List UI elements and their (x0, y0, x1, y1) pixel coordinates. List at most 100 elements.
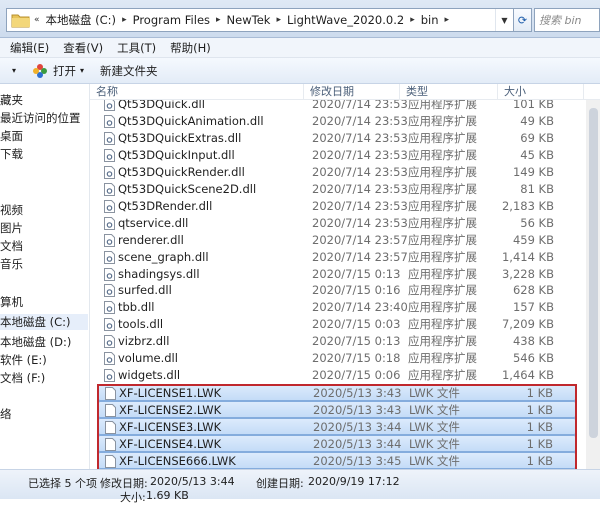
file-row[interactable]: widgets.dll 2020/7/15 0:06 应用程序扩展 1,464 KB (98, 367, 576, 384)
nav-item-network[interactable]: 络 (0, 406, 12, 422)
nav-item-drive-f[interactable]: 文档 (F:) (0, 370, 45, 386)
scrollbar-thumb[interactable] (589, 108, 598, 438)
file-row[interactable]: renderer.dll 2020/7/14 23:57 应用程序扩展 459 KB (98, 232, 576, 249)
file-row[interactable]: Qt53DQuickScene2D.dll 2020/7/14 23:53 应用程序… (98, 181, 576, 198)
column-size[interactable]: 大小 (498, 84, 584, 100)
chevron-double-left-icon[interactable]: « (31, 15, 43, 25)
nav-item-documents[interactable]: 文档 (0, 238, 23, 254)
file-row[interactable]: Qt53DQuick.dll 2020/7/14 23:53 应用程序扩展 101 K… (98, 100, 576, 113)
chevron-right-icon[interactable]: ▸ (213, 15, 224, 25)
menu-edit[interactable]: 编辑(E) (0, 40, 56, 56)
column-date[interactable]: 修改日期 (304, 84, 400, 100)
nav-item-downloads[interactable]: 下载 (0, 146, 23, 162)
file-row[interactable]: shadingsys.dll 2020/7/15 0:13 应用程序扩展 3,228 … (98, 266, 576, 283)
nav-item-recent[interactable]: 最近访问的位置 (0, 110, 81, 126)
nav-item-drive-e[interactable]: 软件 (E:) (0, 352, 47, 368)
file-row[interactable]: tbb.dll 2020/7/14 23:40 应用程序扩展 157 KB (98, 299, 576, 316)
file-date: 2020/7/14 23:53 (312, 164, 408, 179)
chevron-right-icon[interactable]: ▸ (119, 15, 130, 25)
dll-file-icon (104, 352, 115, 366)
nav-item-desktop[interactable]: 桌面 (0, 128, 23, 144)
chevron-right-icon[interactable]: ▸ (442, 15, 453, 25)
menu-help[interactable]: 帮助(H) (163, 40, 218, 56)
file-name: Qt53DQuickExtras.dll (118, 130, 242, 145)
file-type: 应用程序扩展 (408, 215, 477, 230)
file-date: 2020/7/15 0:16 (312, 283, 401, 298)
file-size: 81 KB (520, 181, 554, 196)
refresh-icon[interactable]: ⟳ (514, 8, 532, 32)
file-name: surfed.dll (118, 283, 172, 298)
file-row[interactable]: surfed.dll 2020/7/15 0:16 应用程序扩展 628 KB (98, 282, 576, 299)
file-name: volume.dll (118, 351, 178, 366)
nav-item-music[interactable]: 音乐 (0, 256, 23, 272)
dll-file-icon (104, 301, 115, 315)
file-date: 2020/7/14 23:53 (312, 198, 408, 213)
column-headers: 名称 修改日期 类型 大小 (90, 84, 600, 100)
open-button[interactable]: 打开 ▾ (24, 60, 92, 82)
file-date: 2020/7/14 23:53 (312, 147, 408, 162)
file-row[interactable]: scene_graph.dll 2020/7/14 23:57 应用程序扩展 1,41… (98, 249, 576, 266)
dll-file-icon (104, 131, 115, 145)
size-label: 大小: (120, 491, 146, 504)
dll-file-icon (104, 233, 115, 247)
file-type: 应用程序扩展 (408, 351, 477, 366)
dll-file-icon (104, 114, 115, 128)
file-name: renderer.dll (118, 232, 184, 247)
menu-view[interactable]: 查看(V) (56, 40, 110, 56)
file-date: 2020/7/15 0:03 (312, 317, 401, 332)
file-row[interactable]: volume.dll 2020/7/15 0:18 应用程序扩展 546 KB (98, 350, 576, 367)
chevron-right-icon[interactable]: ▸ (407, 15, 418, 25)
column-type[interactable]: 类型 (400, 84, 498, 100)
file-date: 2020/7/15 0:13 (312, 334, 401, 349)
file-row[interactable]: qtservice.dll 2020/7/14 23:53 应用程序扩展 56 KB (98, 215, 576, 232)
file-row[interactable]: tools.dll 2020/7/15 0:03 应用程序扩展 7,209 KB (98, 316, 576, 333)
address-bar[interactable]: « 本地磁盘 (C:) ▸ Program Files ▸ NewTek ▸ L… (6, 8, 514, 32)
file-row[interactable]: Qt53DQuickRender.dll 2020/7/14 23:53 应用程序扩… (98, 164, 576, 181)
open-with-icon (33, 63, 48, 78)
file-name: Qt53DQuickRender.dll (118, 164, 245, 179)
nav-item-computer[interactable]: 算机 (0, 294, 23, 310)
organize-chevron-button[interactable]: ▾ (0, 60, 24, 82)
file-date: 2020/7/14 23:53 (312, 181, 408, 196)
search-input[interactable]: 搜索 bin (534, 8, 600, 32)
dll-file-icon (104, 165, 115, 179)
menu-tools[interactable]: 工具(T) (110, 40, 163, 56)
file-row[interactable]: Qt53DQuickInput.dll 2020/7/14 23:53 应用程序扩展… (98, 147, 576, 164)
breadcrumb-bin[interactable]: bin (418, 9, 442, 31)
dll-file-icon (104, 182, 115, 196)
address-dropdown-icon[interactable]: ▼ (495, 9, 513, 31)
dll-file-icon (104, 148, 115, 162)
file-type: 应用程序扩展 (408, 232, 477, 247)
file-size: 7,209 KB (501, 317, 554, 332)
file-row[interactable]: Qt53DQuickExtras.dll 2020/7/14 23:53 应用程序扩… (98, 130, 576, 147)
file-size: 69 KB (520, 130, 554, 145)
column-name[interactable]: 名称 (90, 84, 304, 100)
nav-item-favorites[interactable]: 藏夹 (0, 92, 23, 108)
file-date: 2020/7/14 23:53 (312, 130, 408, 145)
file-row[interactable]: Qt53DQuickAnimation.dll 2020/7/14 23:53 应用… (98, 113, 576, 130)
breadcrumb-lightwave[interactable]: LightWave_2020.0.2 (284, 9, 407, 31)
file-size: 3,228 KB (501, 266, 554, 281)
breadcrumb-c-drive[interactable]: 本地磁盘 (C:) (43, 9, 120, 31)
file-date: 2020/7/14 23:57 (312, 249, 408, 264)
file-size: 546 KB (512, 351, 554, 366)
toolbar: ▾ 打开 ▾ 新建文件夹 (0, 58, 600, 84)
breadcrumb-newtek[interactable]: NewTek (224, 9, 274, 31)
dll-file-icon (104, 369, 115, 383)
file-size: 1,414 KB (501, 249, 554, 264)
new-folder-button[interactable]: 新建文件夹 (92, 60, 166, 82)
chevron-right-icon[interactable]: ▸ (273, 15, 284, 25)
nav-item-videos[interactable]: 视频 (0, 202, 23, 218)
file-name: tools.dll (118, 317, 164, 332)
file-row[interactable]: Qt53DRender.dll 2020/7/14 23:53 应用程序扩展 2,18… (98, 198, 576, 215)
nav-item-drive-d[interactable]: 本地磁盘 (D:) (0, 334, 71, 350)
nav-item-pictures[interactable]: 图片 (0, 220, 23, 236)
menu-bar: 编辑(E) 查看(V) 工具(T) 帮助(H) (0, 38, 600, 58)
file-row[interactable]: vizbrz.dll 2020/7/15 0:13 应用程序扩展 438 KB (98, 333, 576, 350)
file-date: 2020/7/14 23:53 (312, 215, 408, 230)
file-date: 2020/7/14 23:57 (312, 232, 408, 247)
nav-item-drive-c[interactable]: 本地磁盘 (C:) (0, 314, 88, 330)
address-bar-row: « 本地磁盘 (C:) ▸ Program Files ▸ NewTek ▸ L… (0, 0, 600, 38)
breadcrumb-program-files[interactable]: Program Files (130, 9, 213, 31)
file-size: 2,183 KB (501, 198, 554, 213)
